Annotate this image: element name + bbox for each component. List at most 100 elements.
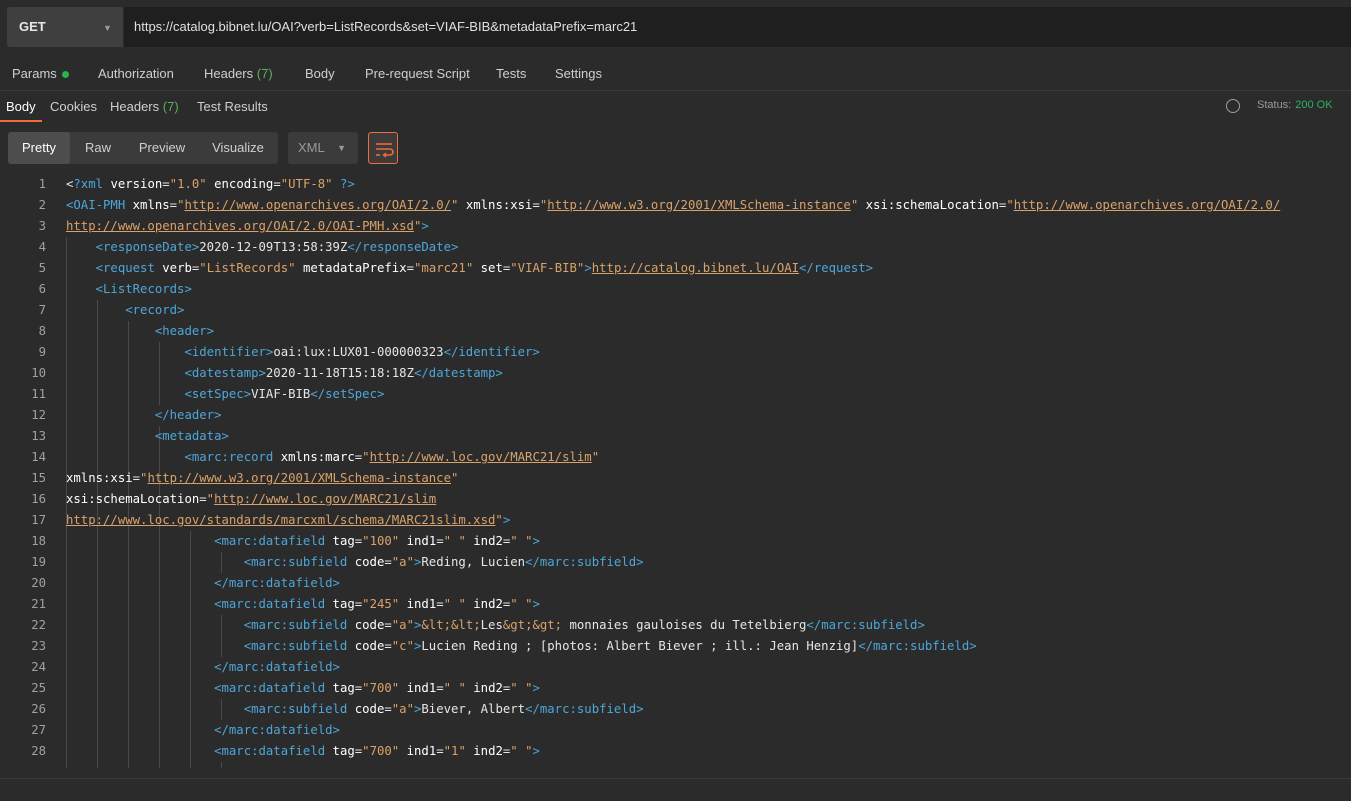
- code-token: ": [362, 450, 370, 464]
- code-line: 22 <marc:subfield code="a">&lt;&lt;Les&g…: [0, 615, 1351, 636]
- chevron-down-icon: ▼: [103, 23, 112, 33]
- code-line: 10 <datestamp>2020-11-18T15:18:18Z</date…: [0, 363, 1351, 384]
- tab-body[interactable]: Body: [305, 66, 335, 81]
- tab-response-body[interactable]: Body: [6, 99, 36, 114]
- view-pretty-button[interactable]: Pretty: [8, 132, 70, 164]
- url-input[interactable]: https://catalog.bibnet.lu/OAI?verb=ListR…: [124, 7, 1351, 47]
- tab-headers[interactable]: Headers (7): [204, 66, 273, 81]
- method-select[interactable]: GET ▼: [7, 7, 123, 47]
- code-text: <marc:datafield tag="100" ind1=" " ind2=…: [66, 531, 540, 552]
- code-text: <marc:subfield code="a">Reding, Lucien</…: [66, 552, 644, 573]
- code-token: </marc:datafield>: [214, 723, 340, 737]
- code-token: xsi:schemaLocation: [66, 492, 200, 506]
- code-token: >: [584, 261, 592, 275]
- code-line: 24 </marc:datafield>: [0, 657, 1351, 678]
- code-token: =: [162, 177, 170, 191]
- line-number: 3: [38, 219, 46, 233]
- code-text: http://www.openarchives.org/OAI/2.0/OAI-…: [66, 216, 429, 237]
- code-token: "1.0": [169, 177, 207, 191]
- view-preview-button[interactable]: Preview: [128, 132, 196, 164]
- code-token[interactable]: http://www.loc.gov/standards/marcxml/sch…: [66, 513, 495, 527]
- tab-authorization[interactable]: Authorization: [98, 66, 174, 81]
- code-token[interactable]: http://www.openarchives.org/OAI/2.0/OAI-…: [66, 219, 414, 233]
- code-token: " ": [443, 681, 466, 695]
- code-line: 3 http://www.openarchives.org/OAI/2.0/OAI…: [0, 216, 1351, 237]
- code-token: "VIAF-BIB": [510, 261, 585, 275]
- code-line: 13 <metadata>: [0, 426, 1351, 447]
- code-token: =: [436, 597, 444, 611]
- code-token: Biever, Albert: [421, 702, 526, 716]
- code-token: =: [384, 702, 392, 716]
- tab-response-headers[interactable]: Headers (7): [110, 99, 179, 114]
- code-token[interactable]: http://www.w3.org/2001/XMLSchema-instanc…: [147, 471, 451, 485]
- code-token: <ListRecords>: [95, 282, 192, 296]
- code-token: xmlns: [132, 198, 170, 212]
- line-number: 14: [31, 450, 46, 464]
- code-token: </request>: [799, 261, 874, 275]
- line-number: 20: [31, 576, 46, 590]
- tab-test-results[interactable]: Test Results: [197, 99, 268, 114]
- tab-params[interactable]: Params: [12, 66, 69, 81]
- code-text: <marc:subfield code="c">Lucien Reding ; …: [66, 636, 977, 657]
- language-select[interactable]: XML ▼: [288, 132, 358, 164]
- code-token: =: [384, 555, 392, 569]
- code-line: 8 <header>: [0, 321, 1351, 342]
- wrap-lines-button[interactable]: [368, 132, 398, 164]
- code-token[interactable]: http://www.openarchives.org/OAI/2.0/: [184, 198, 451, 212]
- code-line: 6 <ListRecords>: [0, 279, 1351, 300]
- line-number: 19: [31, 555, 46, 569]
- code-token[interactable]: http://www.loc.gov/MARC21/slim: [370, 450, 592, 464]
- code-token[interactable]: http://www.w3.org/2001/XMLSchema-instanc…: [547, 198, 851, 212]
- response-code-editor[interactable]: 1 <?xml version="1.0" encoding="UTF-8" ?>…: [0, 174, 1351, 768]
- code-token: VIAF-BIB: [251, 387, 311, 401]
- code-text: <marc:datafield tag="700" ind1="1" ind2=…: [66, 741, 540, 762]
- code-token[interactable]: http://www.loc.gov/MARC21/slim: [214, 492, 436, 506]
- code-text: </header>: [66, 405, 222, 426]
- view-raw-button[interactable]: Raw: [70, 132, 126, 164]
- code-token: </marc:datafield>: [214, 660, 340, 674]
- code-token: "ListRecords": [199, 261, 296, 275]
- code-token: Lucien Reding ; [photos: Albert Biever ;…: [421, 639, 859, 653]
- code-token: 2020-11-18T15:18:18Z: [265, 366, 414, 380]
- tab-cookies[interactable]: Cookies: [50, 99, 97, 114]
- code-line: 17 http://www.loc.gov/standards/marcxml/s…: [0, 510, 1351, 531]
- code-token: <marc:record: [184, 450, 274, 464]
- code-token: </marc:subfield>: [525, 702, 644, 716]
- code-line: 1 <?xml version="1.0" encoding="UTF-8" ?>: [0, 174, 1351, 195]
- status-code: 200 OK: [1295, 99, 1333, 111]
- code-token: 2020-12-09T13:58:39Z: [199, 240, 348, 254]
- line-number: 17: [31, 513, 46, 527]
- code-line: 25 <marc:datafield tag="700" ind1=" " in…: [0, 678, 1351, 699]
- code-token: version: [110, 177, 163, 191]
- line-number: 13: [31, 429, 46, 443]
- tab-tests[interactable]: Tests: [496, 66, 526, 81]
- code-token: ind1: [406, 597, 437, 611]
- code-token[interactable]: http://catalog.bibnet.lu/OAI: [592, 261, 799, 275]
- tab-prerequest-script[interactable]: Pre-request Script: [365, 66, 470, 81]
- code-line: 5 <request verb = "ListRecords" metadataPr…: [0, 258, 1351, 279]
- tab-settings[interactable]: Settings: [555, 66, 602, 81]
- response-status: Status: 200 OK: [1257, 99, 1333, 111]
- line-number: 28: [31, 744, 46, 758]
- status-bar: [0, 778, 1351, 801]
- view-visualize-button[interactable]: Visualize: [204, 132, 272, 164]
- code-token: "1": [443, 744, 466, 758]
- globe-icon[interactable]: [1226, 99, 1240, 113]
- code-line: 21 <marc:datafield tag="245" ind1=" " in…: [0, 594, 1351, 615]
- code-token: "a": [391, 618, 414, 632]
- code-token: <marc:datafield: [214, 597, 326, 611]
- code-token[interactable]: http://www.openarchives.org/OAI/2.0/: [1014, 198, 1281, 212]
- code-token: <marc:datafield: [214, 681, 326, 695]
- code-token: set: [480, 261, 503, 275]
- code-line: 9 <identifier>oai:lux:LUX01-000000323</i…: [0, 342, 1351, 363]
